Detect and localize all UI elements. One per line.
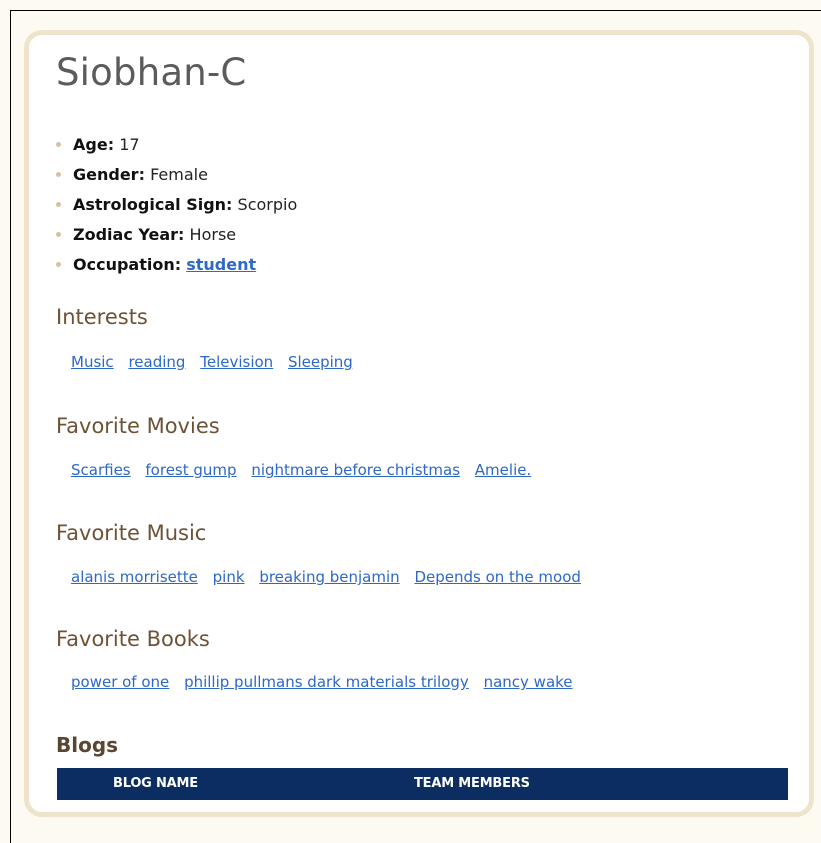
fact-gender: Gender: Female [53, 160, 297, 190]
fact-zodiac-year: Zodiac Year: Horse [53, 220, 297, 250]
music-link[interactable]: Depends on the mood [414, 568, 580, 586]
blogs-table-header: BLOG NAME TEAM MEMBERS [57, 768, 788, 800]
fact-label: Occupation [73, 255, 175, 274]
interest-link[interactable]: Television [200, 353, 273, 371]
bullet-icon [56, 172, 61, 177]
fact-value: Horse [189, 225, 237, 244]
fact-label: Gender [73, 165, 139, 184]
profile-facts-list: Age: 17 Gender: Female Astrological Sign… [53, 130, 297, 280]
fact-occupation: Occupation: student [53, 250, 297, 280]
page-frame: Siobhan-C Age: 17 Gender: Female Astrolo… [10, 10, 821, 843]
interests-title: Interests [56, 305, 148, 329]
fact-label: Astrological Sign [73, 195, 227, 214]
fact-label: Age [73, 135, 108, 154]
movie-link[interactable]: Scarfies [71, 461, 131, 479]
fact-value: Scorpio [237, 195, 298, 214]
interest-link[interactable]: reading [128, 353, 185, 371]
favorite-movies-links: Scarfies forest gump nightmare before ch… [71, 461, 541, 479]
column-header-team-members[interactable]: TEAM MEMBERS [414, 768, 530, 800]
interests-links: Music reading Television Sleeping [71, 353, 363, 371]
favorite-music-links: alanis morrisette pink breaking benjamin… [71, 568, 591, 586]
fact-value: 17 [119, 135, 140, 154]
column-header-blog-name[interactable]: BLOG NAME [113, 768, 198, 800]
movie-link[interactable]: Amelie. [475, 461, 531, 479]
music-link[interactable]: breaking benjamin [259, 568, 399, 586]
interest-link[interactable]: Music [71, 353, 114, 371]
movie-link[interactable]: forest gump [145, 461, 236, 479]
fact-astrological-sign: Astrological Sign: Scorpio [53, 190, 297, 220]
book-link[interactable]: nancy wake [484, 673, 573, 691]
favorite-books-links: power of one phillip pullmans dark mater… [71, 673, 583, 691]
favorite-music-title: Favorite Music [56, 521, 207, 545]
music-link[interactable]: alanis morrisette [71, 568, 198, 586]
book-link[interactable]: power of one [71, 673, 169, 691]
bullet-icon [56, 262, 61, 267]
bullet-icon [56, 202, 61, 207]
profile-card: Siobhan-C Age: 17 Gender: Female Astrolo… [24, 30, 814, 817]
fact-label: Zodiac Year [73, 225, 179, 244]
music-link[interactable]: pink [213, 568, 245, 586]
bullet-icon [56, 232, 61, 237]
favorite-movies-title: Favorite Movies [56, 414, 220, 438]
profile-name: Siobhan-C [56, 51, 247, 94]
bullet-icon [56, 142, 61, 147]
fact-age: Age: 17 [53, 130, 297, 160]
interest-link[interactable]: Sleeping [288, 353, 353, 371]
blogs-title: Blogs [56, 733, 119, 757]
fact-value: Female [150, 165, 208, 184]
book-link[interactable]: phillip pullmans dark materials trilogy [184, 673, 469, 691]
occupation-link[interactable]: student [186, 255, 256, 274]
favorite-books-title: Favorite Books [56, 627, 210, 651]
movie-link[interactable]: nightmare before christmas [251, 461, 460, 479]
